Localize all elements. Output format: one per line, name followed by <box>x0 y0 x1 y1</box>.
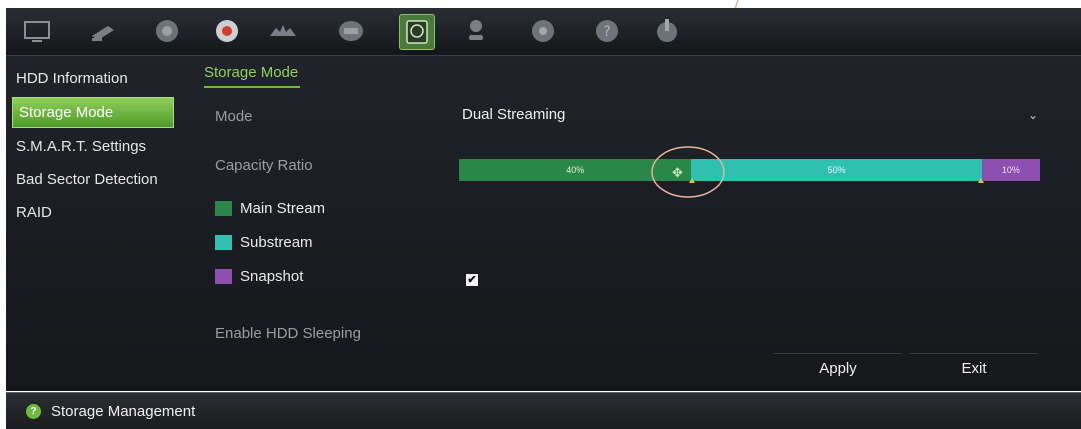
apply-button[interactable]: Apply <box>774 353 902 384</box>
sidebar-item-raid[interactable]: RAID <box>6 198 186 227</box>
alarm-icon[interactable] <box>266 14 300 48</box>
annotation-circle: ✥ <box>651 146 725 198</box>
mode-dropdown[interactable]: Dual Streaming <box>462 106 565 123</box>
sidebar-item-bad-sector-detection[interactable]: Bad Sector Detection <box>6 165 186 194</box>
legend-snapshot: Snapshot <box>215 268 303 285</box>
chevron-down-icon[interactable]: ⌄ <box>1028 108 1038 122</box>
mode-label: Mode <box>215 108 253 125</box>
sidebar-item-hdd-information[interactable]: HDD Information <box>6 64 186 93</box>
shutdown-icon[interactable] <box>650 14 684 48</box>
legend-main-stream: Main Stream <box>215 200 325 217</box>
tab-storage-mode[interactable]: Storage Mode <box>204 64 300 88</box>
legend-label: Snapshot <box>240 268 304 285</box>
top-toolbar: ? <box>6 8 1081 56</box>
legend-substream: Substream <box>215 234 313 251</box>
svg-text:?: ? <box>603 24 610 40</box>
sidebar-item-smart-settings[interactable]: S.M.A.R.T. Settings <box>6 132 186 161</box>
move-cursor-icon: ✥ <box>672 166 683 181</box>
help-icon[interactable]: ? <box>590 14 624 48</box>
legend-label: Main Stream <box>240 200 326 217</box>
enable-hdd-sleeping-label: Enable HDD Sleeping <box>215 325 361 342</box>
camera-icon[interactable] <box>86 14 120 48</box>
user-icon[interactable] <box>459 14 493 48</box>
capacity-ratio-label: Capacity Ratio <box>215 157 313 174</box>
device-icon[interactable] <box>334 14 368 48</box>
enable-hdd-sleeping-checkbox[interactable]: ✔ <box>466 274 478 286</box>
help-icon[interactable]: ? <box>26 403 41 419</box>
storage-icon[interactable] <box>399 14 435 50</box>
substream-segment[interactable]: 50% <box>689 159 984 183</box>
capacity-ratio-slider[interactable]: 40% 50% 10% <box>459 159 1040 183</box>
main-panel: HDD Information Storage Mode S.M.A.R.T. … <box>6 56 1081 391</box>
snapshot-segment[interactable]: 10% <box>981 159 1040 181</box>
record-icon[interactable] <box>210 14 244 48</box>
substream-swatch <box>215 235 232 250</box>
monitor-icon[interactable] <box>20 14 54 48</box>
legend-label: Substream <box>240 234 313 251</box>
status-footer: ? Storage Management <box>6 392 1081 429</box>
substream-percent: 50% <box>827 165 846 175</box>
sidebar-item-storage-mode[interactable]: Storage Mode <box>12 97 174 128</box>
network-icon[interactable] <box>150 14 184 48</box>
sidebar: HDD Information Storage Mode S.M.A.R.T. … <box>6 64 196 231</box>
main-stream-swatch <box>215 201 232 216</box>
exit-button[interactable]: Exit <box>910 353 1038 384</box>
snapshot-percent: 10% <box>1001 165 1020 175</box>
system-icon[interactable] <box>526 14 560 48</box>
footer-title: Storage Management <box>51 402 196 420</box>
main-stream-percent: 40% <box>566 165 585 175</box>
snapshot-swatch <box>215 269 232 284</box>
